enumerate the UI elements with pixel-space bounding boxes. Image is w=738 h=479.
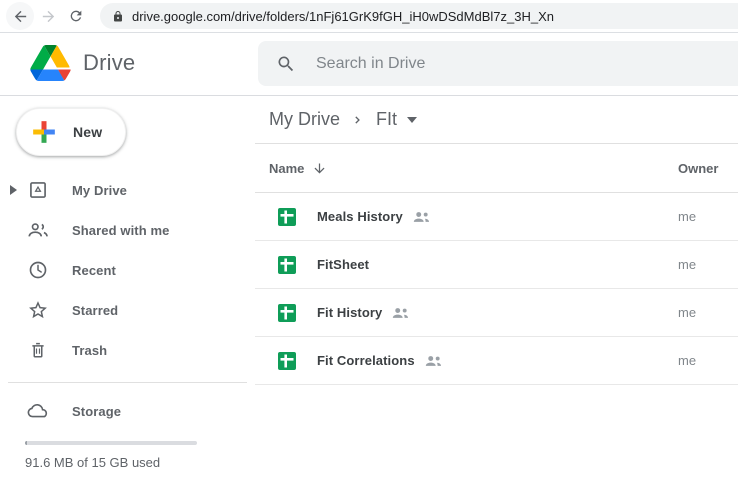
storage-usage-text: 91.6 MB of 15 GB used (25, 455, 161, 470)
shared-people-icon (425, 355, 443, 367)
drive-logo-icon (30, 45, 71, 81)
file-owner: me (678, 209, 697, 224)
google-sheets-icon (278, 303, 296, 322)
breadcrumb-current-folder[interactable]: FIt (376, 109, 397, 130)
recent-icon (26, 260, 50, 280)
google-sheets-icon (278, 255, 296, 274)
multicolor-plus-icon (33, 121, 55, 143)
main-content: My Drive FIt Name Owner Meals History me… (255, 96, 738, 479)
sidebar: New My Drive Shared with me Recent Starr… (0, 96, 255, 479)
sidebar-divider (8, 382, 247, 383)
google-drive-window: drive.google.com/drive/folders/1nFj61GrK… (0, 0, 738, 479)
new-button[interactable]: New (16, 108, 126, 156)
file-name: Fit History (317, 305, 383, 320)
file-name: FitSheet (317, 257, 370, 272)
chevron-right-icon (350, 112, 366, 128)
sidebar-nav: My Drive Shared with me Recent Starred T… (0, 170, 255, 370)
file-name: Meals History (317, 209, 403, 224)
google-sheets-icon (278, 351, 296, 370)
browser-toolbar: drive.google.com/drive/folders/1nFj61GrK… (0, 0, 738, 33)
sidebar-item-label: My Drive (72, 182, 127, 198)
browser-refresh-button[interactable] (62, 2, 90, 30)
sidebar-item-label: Storage (72, 403, 122, 419)
google-sheets-icon (278, 207, 296, 226)
search-input[interactable]: Search in Drive (316, 55, 425, 73)
sidebar-item-label: Starred (72, 302, 119, 318)
sidebar-item-my-drive[interactable]: My Drive (0, 170, 255, 210)
browser-forward-button[interactable] (34, 2, 62, 30)
file-owner: me (678, 353, 697, 368)
sidebar-item-label: Shared with me (72, 222, 170, 238)
search-icon (278, 55, 294, 71)
trash-icon (26, 340, 50, 360)
file-list: Meals History me FitSheet me Fit History… (255, 193, 738, 385)
column-header-owner[interactable]: Owner (678, 161, 738, 176)
name-column-label: Name (269, 160, 305, 176)
sidebar-item-trash[interactable]: Trash (0, 330, 255, 370)
breadcrumb-root[interactable]: My Drive (269, 109, 340, 130)
file-row[interactable]: Fit History me (255, 289, 738, 337)
file-row[interactable]: Meals History me (255, 193, 738, 241)
new-button-label: New (73, 124, 103, 140)
browser-back-button[interactable] (6, 2, 34, 30)
shared-people-icon (392, 307, 410, 319)
lock-icon (114, 10, 122, 21)
back-arrow-icon (14, 10, 26, 22)
sidebar-item-shared-with-me[interactable]: Shared with me (0, 210, 255, 250)
file-owner: me (678, 257, 697, 272)
search-bar[interactable]: Search in Drive (258, 41, 738, 86)
url-text: drive.google.com/drive/folders/1nFj61GrK… (132, 8, 554, 24)
file-list-header: Name Owner (255, 144, 738, 193)
drive-brand[interactable]: Drive (30, 45, 135, 81)
sidebar-item-label: Recent (72, 262, 116, 278)
file-name: Fit Correlations (317, 353, 415, 368)
sidebar-item-recent[interactable]: Recent (0, 250, 255, 290)
address-bar[interactable]: drive.google.com/drive/folders/1nFj61GrK… (100, 3, 738, 29)
refresh-icon (70, 10, 82, 22)
sidebar-item-label: Trash (72, 342, 108, 358)
shared-with-me-icon (26, 221, 50, 239)
starred-icon (26, 300, 50, 320)
sidebar-item-starred[interactable]: Starred (0, 290, 255, 330)
my-drive-icon (26, 180, 50, 200)
file-row[interactable]: Fit Correlations me (255, 337, 738, 385)
file-row[interactable]: FitSheet me (255, 241, 738, 289)
expand-caret-icon[interactable] (6, 185, 20, 195)
breadcrumb: My Drive FIt (255, 96, 738, 144)
storage-progress-fill (25, 441, 27, 445)
file-owner: me (678, 305, 697, 320)
drive-header: Drive Search in Drive (0, 33, 738, 96)
shared-people-icon (413, 211, 431, 223)
storage-progress-bar (25, 441, 197, 445)
forward-arrow-icon (42, 10, 54, 22)
folder-dropdown-caret-icon[interactable] (407, 116, 417, 123)
sort-descending-icon[interactable] (312, 161, 327, 176)
column-header-name[interactable]: Name (269, 161, 327, 176)
cloud-icon (26, 403, 50, 419)
sidebar-item-storage[interactable]: Storage (0, 391, 255, 431)
app-title: Drive (83, 50, 136, 75)
